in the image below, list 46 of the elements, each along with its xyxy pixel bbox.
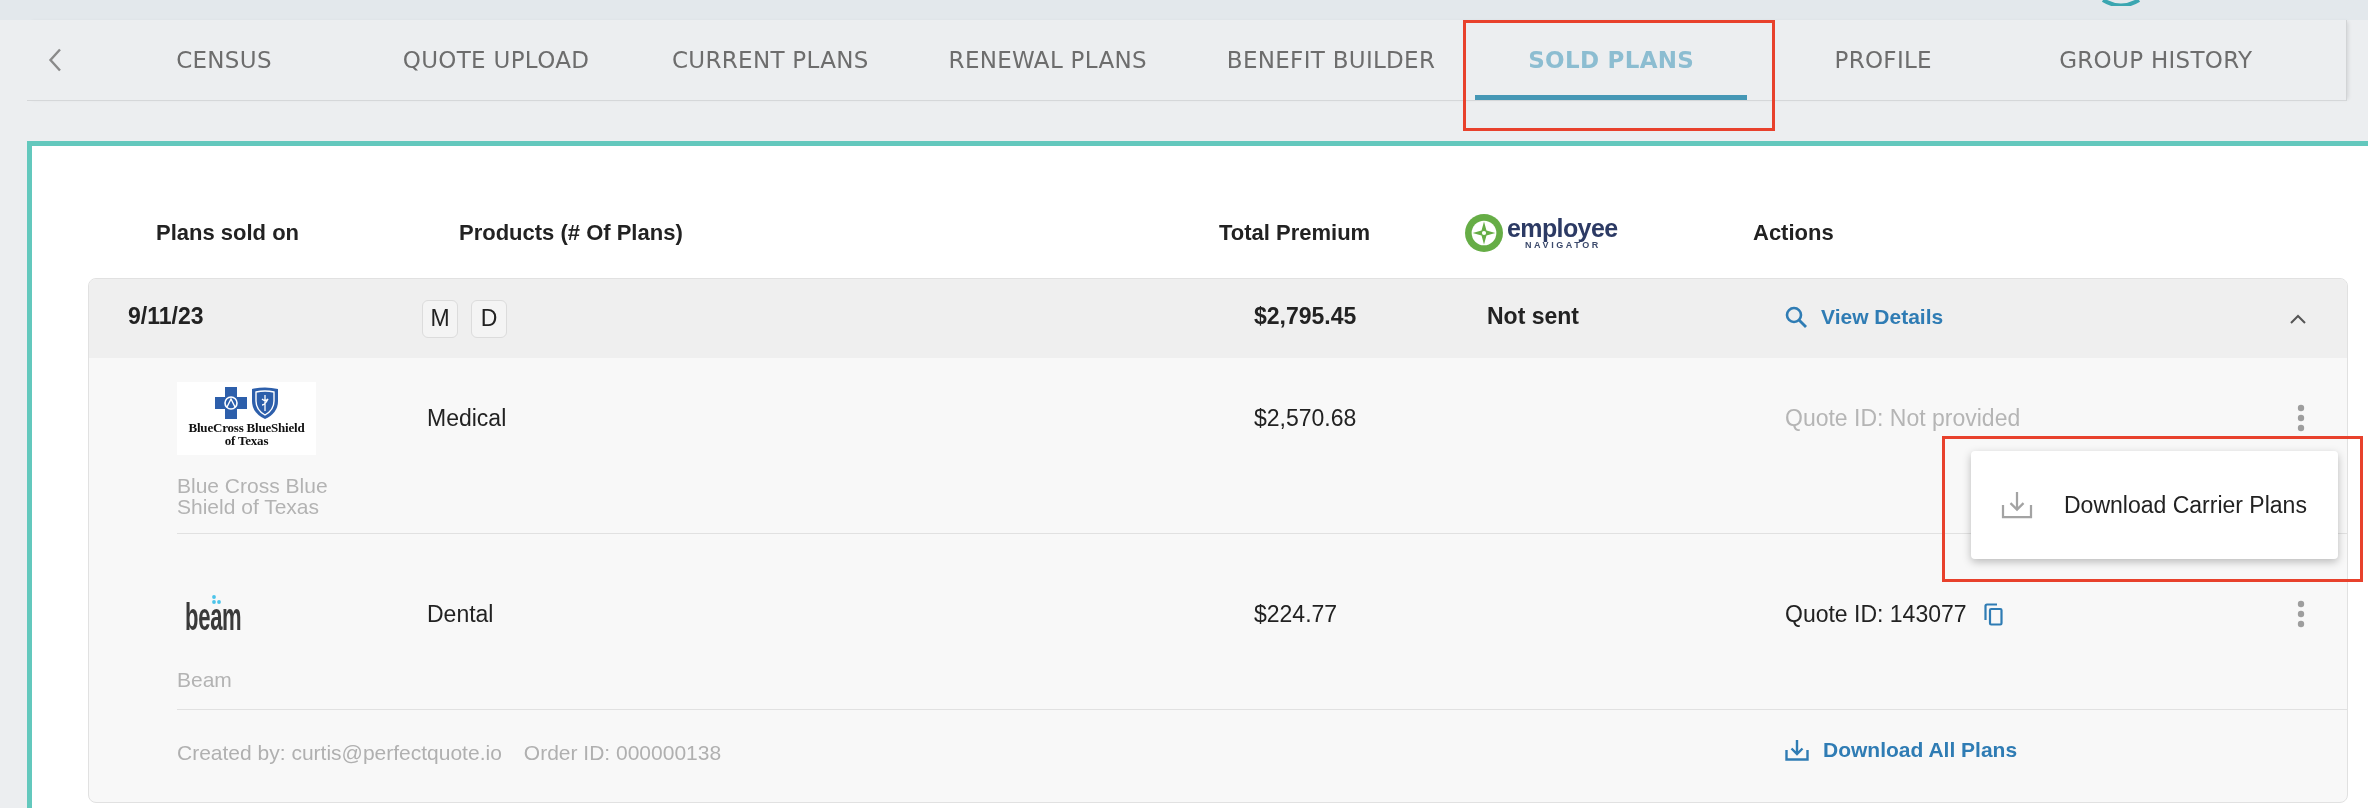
download-all-link[interactable]: Download All Plans [1785,738,2018,762]
carrier-name: Blue Cross Blue Shield of Texas [177,475,329,517]
tab[interactable]: QUOTE UPLOAD [360,20,632,100]
product-badge: D [471,299,507,338]
more-options-icon[interactable] [2297,600,2305,628]
search-icon [1785,306,1807,328]
dots-icon [212,595,221,604]
chevron-icon[interactable] [2290,313,2306,324]
product-badge: M [422,299,458,338]
logo-wordmark: beam [185,601,242,633]
tab[interactable]: PROFILE [1747,20,2020,100]
total-premium: $2,795.45 [1254,303,1357,330]
column-header: Products (# Of Plans) [459,220,683,246]
view-details-link[interactable]: View Details [1785,305,1944,329]
sold-date: 9/11/23 [128,303,204,330]
product-name: Dental [427,600,494,628]
quote-id: Quote ID: Not provided [1785,404,2021,432]
product-name: Medical [427,404,507,432]
logo-wordmark: employee [1507,215,1618,240]
cross-icon [214,386,247,419]
shield-icon [250,386,279,419]
logo-text: of Texas [224,433,269,447]
copy-icon[interactable] [1982,602,2003,626]
column-header: Actions [1753,220,1834,246]
download-icon [1785,739,1809,761]
send-status: Not sent [1487,303,1579,330]
plan-premium: $224.77 [1254,600,1338,628]
plan-premium: $2,570.68 [1254,404,1357,432]
order-id-text: Order ID: 000000138 [523,741,722,765]
menu-item[interactable]: Download Carrier Plans [1971,491,2307,519]
column-header: Total Premium [1219,220,1371,246]
tab[interactable]: CENSUS [88,20,360,100]
created-by-text: Created by: curtis@perfectquote.io [177,741,502,765]
tab[interactable]: CURRENT PLANS [632,20,909,100]
logo-text: BlueCross BlueShield [188,420,305,434]
tab[interactable]: RENEWAL PLANS [908,20,1187,100]
download-icon [2001,491,2033,519]
chevron-left-icon[interactable] [48,48,62,72]
compass-logo-icon [1465,214,1503,252]
tab[interactable]: GROUP HISTORY [2019,20,2293,100]
logo-arc-icon [2101,0,2141,6]
more-options-icon[interactable] [2297,404,2305,432]
carrier-name: Beam [177,669,233,690]
tab[interactable]: BENEFIT BUILDER [1186,20,1476,100]
quote-id: Quote ID: 143077 [1785,600,1967,628]
column-header: Plans sold on [156,220,300,246]
